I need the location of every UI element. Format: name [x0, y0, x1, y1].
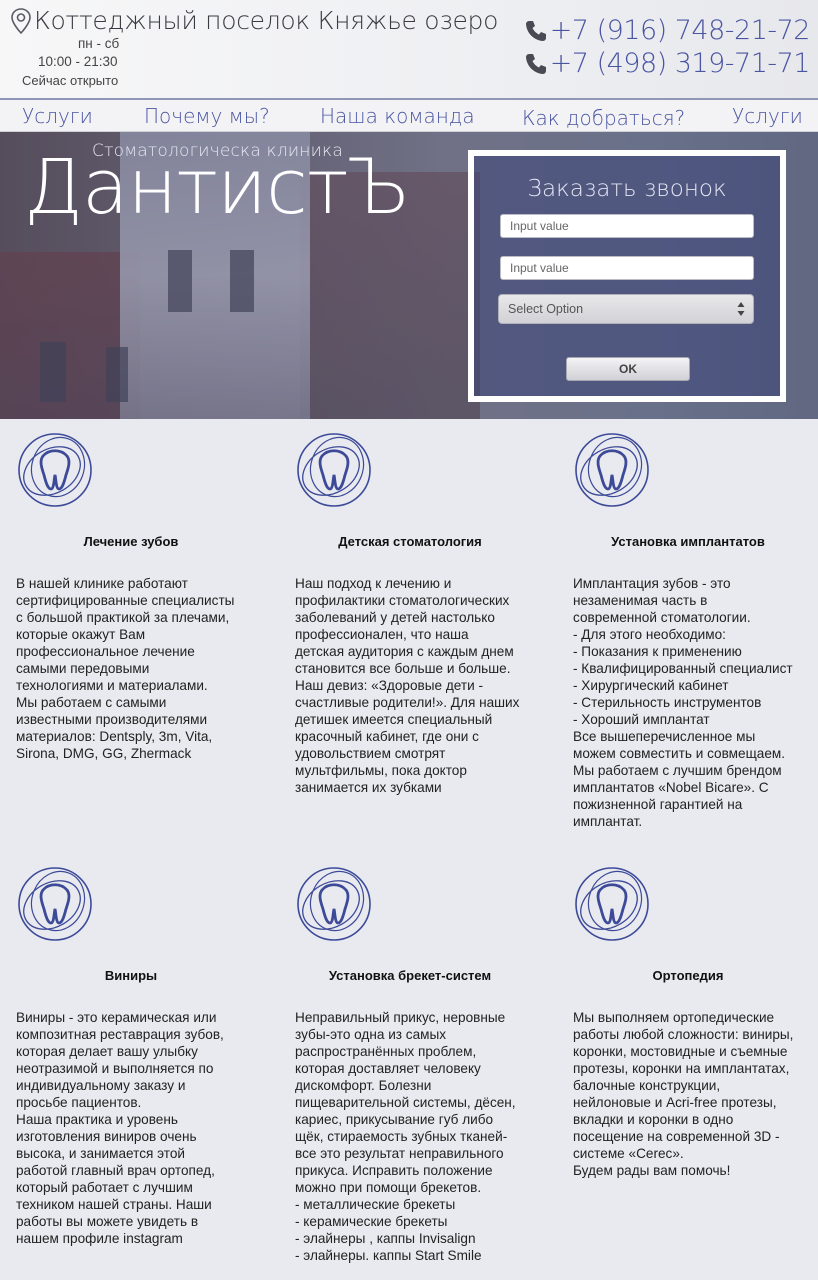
service-title: Установка имплантатов: [611, 534, 765, 549]
map-pin-icon: [11, 7, 31, 34]
select-value: Select Option: [508, 302, 584, 316]
clinic-brand: ДантистЪ: [24, 142, 411, 231]
address-text: Коттеджный поселок Княжье озеро: [34, 6, 499, 35]
hours-time: 10:00 - 21:30: [38, 54, 118, 69]
nav-item-services[interactable]: Услуги: [22, 104, 93, 128]
service-title: Детская стоматология: [338, 534, 482, 549]
address-block: Коттеджный поселок Княжье озеро: [10, 6, 498, 35]
phone-icon: [525, 53, 546, 74]
nav-item-why-us[interactable]: Почему мы?: [144, 104, 270, 128]
phone-input[interactable]: Input value: [500, 256, 754, 280]
tooth-logo-icon: [18, 867, 92, 941]
name-input[interactable]: Input value: [500, 214, 754, 238]
service-description: Мы выполняем ортопедические работы любой…: [573, 1010, 794, 1178]
service-title: Виниры: [104, 968, 158, 983]
submit-button[interactable]: OK: [566, 357, 690, 381]
hours-days: пн - сб: [78, 36, 120, 51]
callback-form-title: Заказать звонок: [527, 176, 727, 202]
phone-icon: [525, 20, 546, 41]
open-status: Сейчас открыто: [22, 73, 119, 88]
phone-link-2[interactable]: +7 (498) 319-71-71: [524, 47, 811, 80]
tooth-logo-icon: [575, 867, 649, 941]
phone-number: +7 (498) 319-71-71: [549, 48, 811, 79]
tooth-logo-icon: [297, 867, 371, 941]
tooth-logo-icon: [575, 433, 649, 507]
tooth-logo-icon: [18, 433, 92, 507]
phone-list: +7 (916) 748-21-72 +7 (498) 319-71-71: [524, 14, 811, 80]
nav-item-team[interactable]: Наша команда: [320, 104, 475, 128]
services-section: Лечение зубов В нашей клинике работают с…: [0, 419, 818, 1280]
updown-arrows-icon: [737, 302, 745, 316]
nav-item-services-2[interactable]: Услуги: [732, 104, 803, 128]
main-nav: Услуги Почему мы? Наша команда Как добра…: [0, 98, 818, 132]
service-description: Неправильный прикус, неровные зубы-это о…: [295, 1010, 516, 1263]
service-description: Имплантация зубов - это незаменимая част…: [573, 576, 793, 829]
tooth-logo-icon: [297, 433, 371, 507]
hero-banner: Стоматологическа клиника ДантистЪ Заказа…: [0, 132, 818, 419]
callback-form: Заказать звонок Input value Input value …: [468, 150, 786, 402]
phone-link-1[interactable]: +7 (916) 748-21-72: [524, 14, 811, 47]
option-select[interactable]: Select Option: [498, 294, 754, 324]
service-description: В нашей клинике работают сертифицированн…: [16, 576, 235, 761]
service-title: Лечение зубов: [83, 534, 179, 549]
service-description: Виниры - это керамическая или композитна…: [16, 1010, 224, 1246]
site-header: Коттеджный поселок Княжье озеро пн - сб …: [0, 0, 818, 98]
nav-item-directions[interactable]: Как добраться?: [522, 106, 685, 130]
service-title: Ортопедия: [652, 968, 724, 983]
phone-number: +7 (916) 748-21-72: [549, 15, 811, 46]
service-description: Наш подход к лечению и профилактики стом…: [295, 576, 520, 795]
service-title: Установка брекет-систем: [328, 968, 492, 983]
